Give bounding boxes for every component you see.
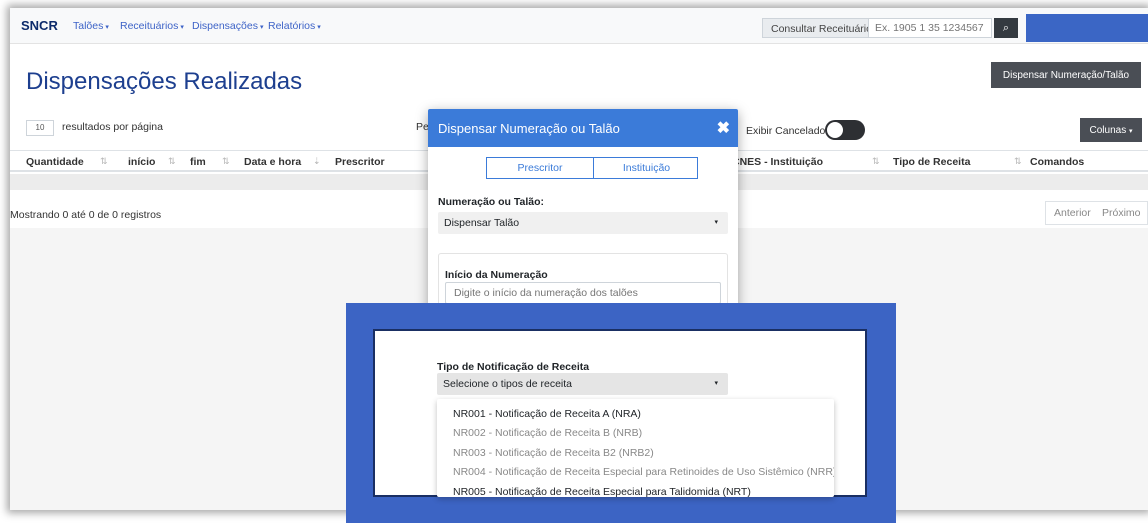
inicio-label: Início da Numeração — [445, 269, 548, 281]
redaction-box — [1026, 14, 1148, 42]
nav-dispensacoes-label: Dispensações — [192, 20, 258, 32]
pagination-prev[interactable]: Anterior — [1054, 207, 1091, 219]
dropdown-option[interactable]: NR004 - Notificação de Receita Especial … — [453, 466, 834, 478]
numeracao-select[interactable]: Dispensar Talão ▾ — [438, 212, 728, 234]
dropdown-option[interactable]: NR005 - Notificação de Receita Especial … — [453, 486, 751, 497]
tab-group: Prescritor Instituição — [486, 157, 698, 179]
toggle-knob — [827, 122, 843, 138]
tab-instituicao[interactable]: Instituição — [593, 158, 699, 178]
chevron-down-icon: ▾ — [1128, 127, 1133, 135]
chevron-down-icon: ▾ — [714, 380, 718, 387]
chevron-down-icon: ▾ — [180, 24, 184, 31]
nav-dispensacoes[interactable]: Dispensações ▾ — [192, 20, 263, 32]
search-label-partial: Pe — [416, 121, 429, 133]
inicio-input[interactable] — [445, 282, 721, 304]
table-info: Mostrando 0 até 0 de 0 registros — [10, 209, 162, 221]
col-comandos[interactable]: Comandos — [1030, 156, 1084, 168]
col-inicio[interactable]: início — [128, 156, 155, 168]
search-icon: ⌕ — [1002, 21, 1010, 34]
chevron-down-icon: ▾ — [714, 219, 718, 226]
dropdown-option[interactable]: NR001 - Notificação de Receita A (NRA) — [453, 408, 641, 420]
tipo-select-placeholder: Selecione o tipos de receita — [443, 378, 572, 390]
dropdown-option[interactable]: NR002 - Notificação de Receita B (NRB) — [453, 427, 642, 439]
show-cancelled-toggle[interactable] — [825, 120, 865, 140]
pagination-next[interactable]: Próximo — [1102, 207, 1141, 219]
per-page-label: resultados por página — [62, 121, 163, 133]
brand-logo[interactable]: SNCR — [21, 18, 58, 33]
numeracao-select-value: Dispensar Talão — [444, 217, 520, 229]
numeracao-label: Numeração ou Talão: — [438, 196, 544, 208]
nav-taloes[interactable]: Talões ▾ — [73, 20, 109, 32]
col-cnes-instituicao[interactable]: CNES - Instituição — [732, 156, 823, 168]
chevron-down-icon: ▾ — [317, 24, 321, 31]
sort-icon[interactable]: ⇅ — [100, 156, 108, 167]
dispensar-numeracao-button[interactable]: Dispensar Numeração/Talão — [991, 62, 1141, 88]
sort-active-icon[interactable]: ⇣ — [313, 156, 321, 167]
nav-relatorios[interactable]: Relatórios ▾ — [268, 20, 321, 32]
show-cancelled-label: Exibir Cancelados: — [746, 125, 834, 137]
nav-taloes-label: Talões — [73, 20, 104, 32]
consult-label: Consultar Receituário: — [762, 18, 884, 38]
consult-input[interactable] — [868, 18, 992, 38]
chevron-down-icon: ▾ — [259, 24, 264, 31]
dropdown-option[interactable]: NR003 - Notificação de Receita B2 (NRB2) — [453, 447, 654, 459]
nav-receituarios-label: Receituários — [120, 20, 179, 32]
modal-title: Dispensar Numeração ou Talão — [438, 121, 620, 136]
modal-header: Dispensar Numeração ou Talão ✖ — [428, 109, 738, 147]
page-title: Dispensações Realizadas — [26, 68, 303, 95]
per-page-select[interactable]: 10 — [26, 120, 54, 136]
sort-icon[interactable]: ⇅ — [1014, 156, 1022, 167]
tipo-notificacao-label: Tipo de Notificação de Receita — [437, 361, 590, 373]
col-prescritor[interactable]: Prescritor — [335, 156, 385, 168]
consult-search-button[interactable]: ⌕ — [994, 18, 1018, 38]
col-data-hora[interactable]: Data e hora — [244, 156, 301, 168]
col-quantidade[interactable]: Quantidade — [26, 156, 84, 168]
tab-prescritor[interactable]: Prescritor — [487, 158, 593, 178]
nav-receituarios[interactable]: Receituários ▾ — [120, 20, 184, 32]
close-icon[interactable]: ✖ — [717, 118, 730, 138]
col-tipo-receita[interactable]: Tipo de Receita — [893, 156, 970, 168]
chevron-down-icon: ▾ — [105, 24, 109, 31]
col-fim[interactable]: fim — [190, 156, 206, 168]
navbar: SNCR Talões ▾ Receituários ▾ Dispensações ▾… — [10, 8, 1148, 44]
sort-icon[interactable]: ⇅ — [168, 156, 176, 167]
sort-icon[interactable]: ⇅ — [872, 156, 880, 167]
columns-button-label: Colunas — [1089, 124, 1127, 136]
nav-relatorios-label: Relatórios — [268, 20, 316, 32]
tipo-notificacao-select[interactable]: Selecione o tipos de receita ▾ — [437, 373, 728, 395]
tipo-dropdown-menu: NR001 - Notificação de Receita A (NRA) N… — [437, 399, 834, 497]
columns-button[interactable]: Colunas ▾ — [1080, 118, 1142, 142]
sort-icon[interactable]: ⇅ — [222, 156, 230, 167]
pagination: Anterior Próximo — [1045, 201, 1148, 225]
